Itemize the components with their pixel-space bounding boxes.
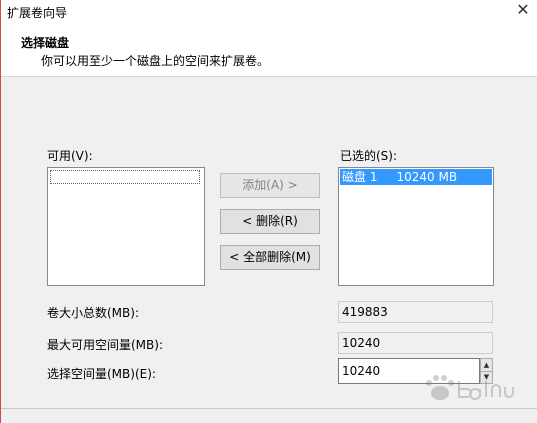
available-focus-item[interactable] — [50, 170, 200, 184]
baidu-watermark-logo — [426, 375, 514, 400]
close-icon[interactable]: ✕ — [509, 0, 537, 22]
available-listbox[interactable] — [47, 167, 205, 286]
select-space-label: 选择空间量(MB)(E): — [47, 367, 156, 381]
page-title: 选择磁盘 — [21, 36, 70, 50]
selected-label: 已选的(S): — [340, 149, 398, 163]
remove-button[interactable]: < 删除(R) — [220, 209, 320, 234]
total-size-label: 卷大小总数(MB): — [47, 306, 139, 320]
extend-volume-wizard-window: 扩展卷向导 ✕ 选择磁盘 你可以用至少一个磁盘上的空间来扩展卷。 可用(V): … — [0, 0, 537, 423]
max-space-label: 最大可用空间量(MB): — [47, 338, 163, 352]
add-button[interactable]: 添加(A) > — [220, 173, 320, 198]
available-label: 可用(V): — [47, 149, 93, 163]
selected-listbox[interactable]: 磁盘 1 10240 MB — [338, 167, 494, 286]
wizard-header: 选择磁盘 你可以用至少一个磁盘上的空间来扩展卷。 — [1, 24, 537, 77]
window-title: 扩展卷向导 — [7, 6, 68, 20]
title-bar: 扩展卷向导 ✕ — [1, 0, 537, 24]
page-subtitle: 你可以用至少一个磁盘上的空间来扩展卷。 — [41, 54, 270, 68]
remove-all-button[interactable]: < 全部删除(M) — [220, 245, 320, 270]
max-space-value: 10240 — [338, 332, 493, 354]
selected-disk-item[interactable]: 磁盘 1 10240 MB — [340, 169, 492, 185]
total-size-value: 419883 — [338, 301, 493, 323]
